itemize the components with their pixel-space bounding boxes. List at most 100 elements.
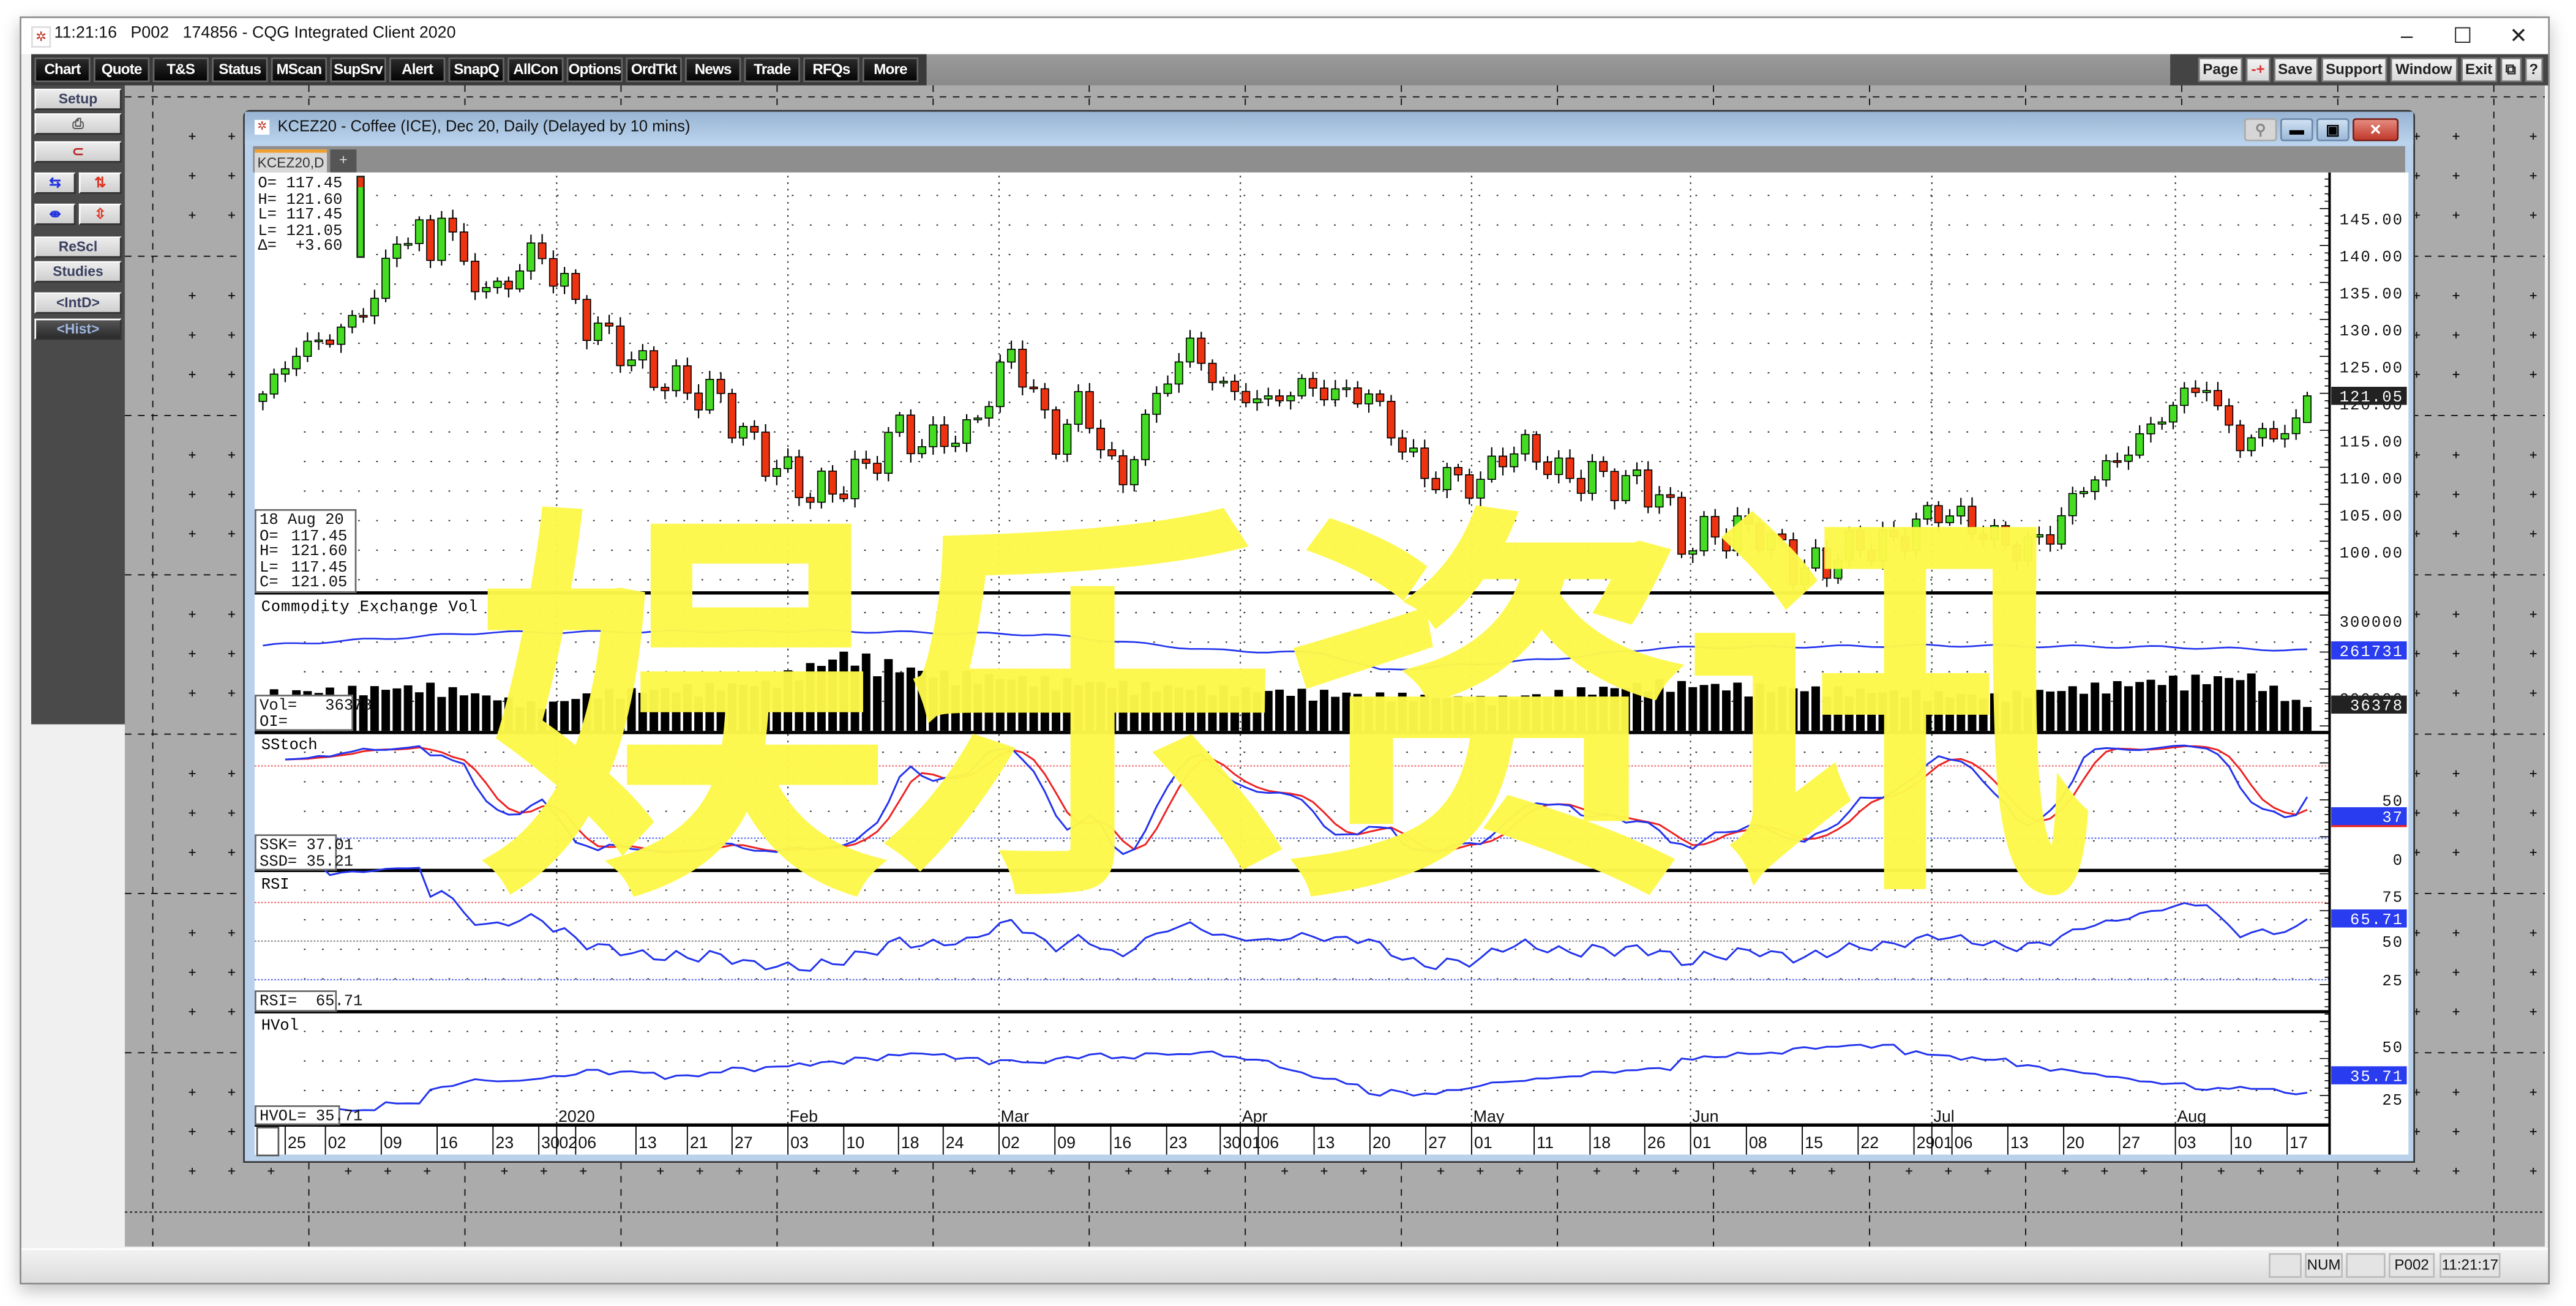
candle[interactable] <box>1409 439 1418 458</box>
candle[interactable] <box>761 424 770 482</box>
toolbar-button-ts[interactable]: T&S <box>152 57 209 83</box>
candle[interactable] <box>2135 425 2144 459</box>
toolbar-button-zoom[interactable]: -+ <box>2246 57 2270 83</box>
candle[interactable] <box>1320 379 1329 406</box>
candle[interactable] <box>1308 371 1317 397</box>
candle[interactable] <box>995 354 1005 413</box>
volume-bar[interactable] <box>2236 680 2245 731</box>
candle[interactable] <box>2113 452 2122 468</box>
candle[interactable] <box>280 361 290 382</box>
candle[interactable] <box>650 346 659 391</box>
candle[interactable] <box>1040 382 1049 419</box>
candle[interactable] <box>526 234 536 280</box>
candle[interactable] <box>1342 379 1351 398</box>
volume-bar[interactable] <box>2102 693 2111 731</box>
candle[interactable] <box>325 334 334 348</box>
candle[interactable] <box>1107 441 1117 460</box>
candle[interactable] <box>616 317 625 373</box>
candle[interactable] <box>1141 409 1150 466</box>
scroll-vertical-button[interactable]: ⇅ <box>78 172 122 194</box>
candle[interactable] <box>1230 374 1240 401</box>
candle[interactable] <box>2202 381 2211 401</box>
toolbar-button-options[interactable]: Options <box>566 57 623 83</box>
candle[interactable] <box>348 310 357 334</box>
candle[interactable] <box>471 253 480 300</box>
candle[interactable] <box>1018 340 1027 396</box>
candle[interactable] <box>895 412 904 437</box>
candle[interactable] <box>1365 389 1374 413</box>
candle[interactable] <box>2102 454 2111 487</box>
candle[interactable] <box>549 250 558 294</box>
candle[interactable] <box>504 276 513 298</box>
candle[interactable] <box>571 269 580 304</box>
volume-bar[interactable] <box>403 685 413 731</box>
toolbar-button-allcon[interactable]: AllCon <box>507 57 564 83</box>
candle[interactable] <box>593 316 602 345</box>
volume-bar[interactable] <box>2168 675 2177 731</box>
candle[interactable] <box>392 236 402 267</box>
volume-bar[interactable] <box>2091 682 2100 731</box>
toolbar-button-supsrv[interactable]: SupSrv <box>330 57 386 83</box>
volume-bar[interactable] <box>426 682 435 731</box>
candle[interactable] <box>784 448 793 473</box>
maximize-button[interactable]: ☐ <box>2438 21 2488 51</box>
volume-bar[interactable] <box>2146 679 2155 731</box>
link-button[interactable]: ⚲ <box>2244 118 2277 141</box>
candle[interactable] <box>727 389 736 444</box>
date-axis-scroll-box[interactable] <box>256 1126 280 1157</box>
toolbar-button-mscan[interactable]: MScan <box>271 57 328 83</box>
candle[interactable] <box>403 237 413 250</box>
candle[interactable] <box>672 359 681 397</box>
candle[interactable] <box>1186 330 1195 368</box>
candle[interactable] <box>884 427 893 482</box>
candle[interactable] <box>716 372 725 403</box>
volume-bar[interactable] <box>2269 685 2278 731</box>
candle[interactable] <box>2302 392 2312 424</box>
candle[interactable] <box>1063 419 1072 462</box>
volume-bar[interactable] <box>459 695 468 731</box>
candle[interactable] <box>314 332 323 350</box>
candle[interactable] <box>1219 376 1228 387</box>
print-button[interactable]: ⎙ <box>34 113 122 135</box>
toolbar-button-trade[interactable]: Trade <box>744 57 800 83</box>
volume-bar[interactable] <box>2280 701 2290 731</box>
candle[interactable] <box>537 234 547 264</box>
candle[interactable] <box>929 416 938 455</box>
volume-bar[interactable] <box>2124 686 2133 731</box>
candle[interactable] <box>269 368 279 399</box>
historical-button[interactable]: <Hist> <box>34 318 122 340</box>
candle[interactable] <box>1599 456 1608 477</box>
candle[interactable] <box>1197 332 1206 371</box>
candle[interactable] <box>1376 390 1385 407</box>
candle[interactable] <box>1521 429 1530 461</box>
volume-bar[interactable] <box>2202 684 2211 731</box>
candle[interactable] <box>661 383 670 400</box>
chart-close-button[interactable]: ✕ <box>2353 118 2399 141</box>
candle[interactable] <box>1152 386 1161 423</box>
candle[interactable] <box>1241 382 1251 408</box>
volume-bar[interactable] <box>2180 690 2189 731</box>
volume-bar[interactable] <box>2213 676 2222 731</box>
tab-kcez20-daily[interactable]: KCEZ20,D <box>254 149 328 173</box>
candle[interactable] <box>2225 398 2234 433</box>
candle[interactable] <box>906 409 915 463</box>
toolbar-button-quote[interactable]: Quote <box>93 57 150 83</box>
candle[interactable] <box>940 416 949 454</box>
chart-minimize-button[interactable]: ▬ <box>2280 118 2313 141</box>
volume-bar[interactable] <box>2258 691 2267 731</box>
candle[interactable] <box>2180 382 2189 414</box>
candle[interactable] <box>2146 417 2155 443</box>
candle[interactable] <box>1096 419 1106 459</box>
candle[interactable] <box>973 415 983 424</box>
volume-bar[interactable] <box>2247 673 2256 731</box>
candle[interactable] <box>2091 476 2100 500</box>
toolbar-button-page[interactable]: Page <box>2198 57 2244 83</box>
rescale-button[interactable]: ReScl <box>34 236 122 258</box>
toolbar-button-status[interactable]: Status <box>212 57 268 83</box>
toolbar-button-save[interactable]: Save <box>2273 57 2318 83</box>
candle[interactable] <box>515 264 525 293</box>
minimize-button[interactable]: – <box>2382 21 2432 51</box>
setup-button[interactable]: Setup <box>34 88 122 110</box>
toolbar-button-more[interactable]: More <box>862 57 919 83</box>
candle[interactable] <box>694 384 703 419</box>
